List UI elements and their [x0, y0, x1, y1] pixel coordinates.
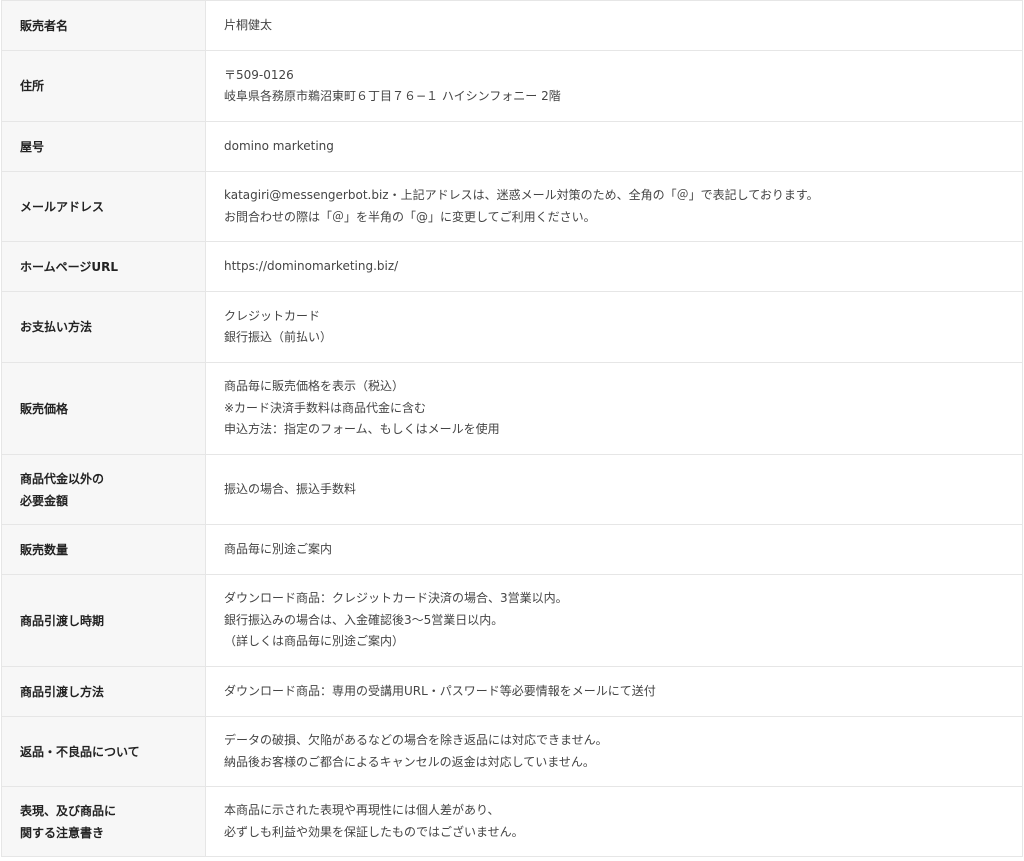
row-label-seller-name: 販売者名	[1, 0, 206, 51]
table-row: 屋号 domino marketing	[1, 121, 1023, 172]
label-line: 屋号	[20, 139, 45, 154]
value-line: ※カード決済手数料は商品代金に含む	[224, 400, 427, 415]
value-line: 振込の場合、振込手数料	[224, 481, 357, 496]
table-row: ホームページURL https://dominomarketing.biz/	[1, 241, 1023, 292]
row-label-homepage-url: ホームページURL	[1, 241, 206, 292]
value-line: 銀行振込みの場合は、入金確認後3〜5営業日以内。	[224, 612, 504, 627]
row-label-delivery-time: 商品引渡し時期	[1, 574, 206, 667]
value-line: データの破損、欠陥があるなどの場合を除き返品には対応できません。	[224, 733, 608, 747]
label-line: メールアドレス	[20, 199, 105, 214]
row-value-delivery-time: ダウンロード商品：クレジットカード決済の場合、3営業以内。 銀行振込みの場合は、…	[205, 574, 1023, 667]
row-value-address: 〒509-0126 岐阜県各務原市鵜沼東町６丁目７６−１ ハイシンフォニー 2階	[205, 50, 1023, 122]
table-row: 表現、及び商品に 関する注意書き 本商品に示された表現や再現性には個人差があり、…	[1, 786, 1023, 857]
row-label-expression-notice: 表現、及び商品に 関する注意書き	[1, 786, 206, 857]
row-value-trade-name: domino marketing	[205, 121, 1023, 172]
row-label-additional-costs: 商品代金以外の 必要金額	[1, 454, 206, 525]
value-line: 本商品に示された表現や再現性には個人差があり、	[224, 803, 500, 817]
row-label-email: メールアドレス	[1, 171, 206, 242]
value-line: 片桐健太	[224, 17, 273, 32]
row-value-delivery-method: ダウンロード商品：専用の受講用URL・パスワード等必要情報をメールにて送付	[205, 666, 1023, 717]
row-value-returns: データの破損、欠陥があるなどの場合を除き返品には対応できません。 納品後お客様の…	[205, 716, 1023, 787]
table-row: 住所 〒509-0126 岐阜県各務原市鵜沼東町６丁目７６−１ ハイシンフォニー…	[1, 50, 1023, 122]
label-line: 表現、及び商品に	[20, 803, 117, 818]
row-value-homepage-url: https://dominomarketing.biz/	[205, 241, 1023, 292]
value-line: 〒509-0126	[224, 67, 294, 82]
table-row: 販売者名 片桐健太	[1, 0, 1023, 51]
table-row: 返品・不良品について データの破損、欠陥があるなどの場合を除き返品には対応できま…	[1, 716, 1023, 787]
label-line: 商品引渡し時期	[20, 613, 105, 628]
value-line: domino marketing	[224, 138, 334, 153]
table-row: メールアドレス katagiri@messengerbot.biz・上記アドレス…	[1, 171, 1023, 242]
value-line: 商品毎に販売価格を表示（税込）	[224, 379, 405, 394]
label-line: 必要金額	[20, 493, 69, 508]
value-line: katagiri@messengerbot.biz・上記アドレスは、迷惑メール対…	[224, 188, 819, 202]
row-label-address: 住所	[1, 50, 206, 122]
row-value-price: 商品毎に販売価格を表示（税込） ※カード決済手数料は商品代金に含む 申込方法：指…	[205, 362, 1023, 455]
label-line: 関する注意書き	[20, 825, 105, 840]
value-line: 納品後お客様のご都合によるキャンセルの返金は対応していません。	[224, 754, 595, 769]
row-label-payment-method: お支払い方法	[1, 291, 206, 363]
value-line: ダウンロード商品：クレジットカード決済の場合、3営業以内。	[224, 591, 568, 606]
value-line: お問合わせの際は「＠」を半角の「@」に変更してご利用ください。	[224, 209, 596, 224]
label-line: 返品・不良品について	[20, 744, 140, 759]
row-label-price: 販売価格	[1, 362, 206, 455]
label-line: 販売数量	[20, 542, 69, 557]
table-row: 販売数量 商品毎に別途ご案内	[1, 524, 1023, 575]
row-value-additional-costs: 振込の場合、振込手数料	[205, 454, 1023, 525]
value-line: https://dominomarketing.biz/	[224, 258, 399, 273]
row-value-payment-method: クレジットカード 銀行振込（前払い）	[205, 291, 1023, 363]
label-line: 販売者名	[20, 18, 69, 33]
value-line: 申込方法：指定のフォーム、もしくはメールを使用	[224, 422, 500, 437]
label-line: お支払い方法	[20, 320, 93, 334]
label-line: 商品代金以外の	[20, 471, 105, 486]
value-line: 銀行振込（前払い）	[224, 330, 333, 344]
label-line: 販売価格	[20, 401, 69, 416]
table-row: 販売価格 商品毎に販売価格を表示（税込） ※カード決済手数料は商品代金に含む 申…	[1, 362, 1023, 455]
row-label-delivery-method: 商品引渡し方法	[1, 666, 206, 717]
value-line: クレジットカード	[224, 308, 321, 323]
row-value-quantity: 商品毎に別途ご案内	[205, 524, 1023, 575]
value-line: （詳しくは商品毎に別途ご案内）	[224, 634, 405, 649]
table-row: 商品引渡し時期 ダウンロード商品：クレジットカード決済の場合、3営業以内。 銀行…	[1, 574, 1023, 667]
row-label-returns: 返品・不良品について	[1, 716, 206, 787]
value-line: 必ずしも利益や効果を保証したものではございません。	[224, 824, 524, 839]
row-label-quantity: 販売数量	[1, 524, 206, 575]
label-line: 商品引渡し方法	[20, 684, 105, 699]
commerce-law-table: 販売者名 片桐健太 住所 〒509-0126 岐阜県各務原市鵜沼東町６丁目７６−…	[1, 0, 1023, 857]
table-row: お支払い方法 クレジットカード 銀行振込（前払い）	[1, 291, 1023, 363]
table-row: 商品代金以外の 必要金額 振込の場合、振込手数料	[1, 454, 1023, 525]
row-value-email: katagiri@messengerbot.biz・上記アドレスは、迷惑メール対…	[205, 171, 1023, 242]
row-value-seller-name: 片桐健太	[205, 0, 1023, 51]
row-value-expression-notice: 本商品に示された表現や再現性には個人差があり、 必ずしも利益や効果を保証したもの…	[205, 786, 1023, 857]
label-line: ホームページURL	[20, 259, 119, 274]
value-line: ダウンロード商品：専用の受講用URL・パスワード等必要情報をメールにて送付	[224, 683, 656, 698]
label-line: 住所	[20, 79, 45, 93]
row-label-trade-name: 屋号	[1, 121, 206, 172]
value-line: 商品毎に別途ご案内	[224, 541, 333, 556]
table-row: 商品引渡し方法 ダウンロード商品：専用の受講用URL・パスワード等必要情報をメー…	[1, 666, 1023, 717]
value-line: 岐阜県各務原市鵜沼東町６丁目７６−１ ハイシンフォニー 2階	[224, 89, 561, 103]
